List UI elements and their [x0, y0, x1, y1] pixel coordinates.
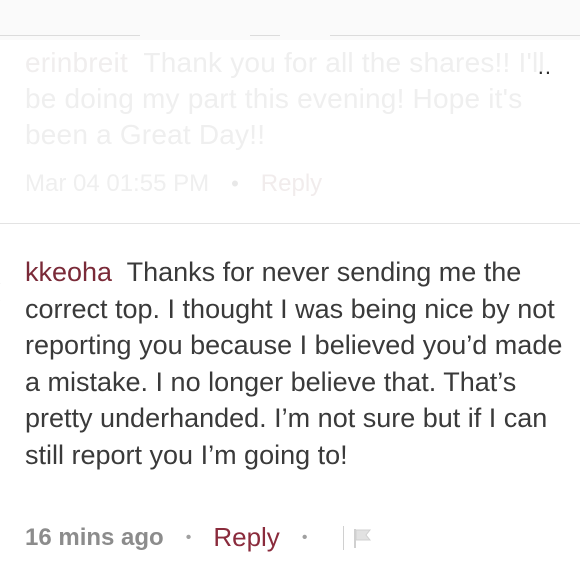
reply-button[interactable]: Reply: [213, 522, 279, 553]
comment-timestamp: 16 mins ago: [25, 523, 164, 551]
previous-comment-meta: Mar 04 01:55 PM • Reply: [25, 170, 322, 198]
comment-text: Thanks for never sending me the correct …: [25, 257, 563, 470]
more-options-button[interactable]: ..: [538, 54, 552, 80]
comment: kkeoha Thanks for never sending me the c…: [0, 254, 580, 580]
separator-dot: •: [185, 528, 192, 546]
flag-icon[interactable]: [343, 525, 374, 550]
separator-dot: •: [301, 528, 308, 546]
comment-body: kkeoha Thanks for never sending me the c…: [25, 254, 570, 473]
previous-reply-button[interactable]: Reply: [261, 170, 322, 198]
top-divider: [0, 0, 580, 40]
previous-comment-timestamp: Mar 04 01:55 PM: [25, 170, 210, 197]
previous-comment-body: erinbreit Thank you for all the shares!!…: [25, 45, 570, 153]
comment-meta: 16 mins ago • Reply •: [25, 522, 374, 553]
comment-divider: [0, 223, 580, 224]
comment-username[interactable]: kkeoha: [25, 257, 112, 287]
previous-comment: erinbreit Thank you for all the shares!!…: [0, 40, 580, 223]
previous-comment-username[interactable]: erinbreit: [25, 47, 128, 78]
separator-dot: •: [231, 171, 239, 196]
